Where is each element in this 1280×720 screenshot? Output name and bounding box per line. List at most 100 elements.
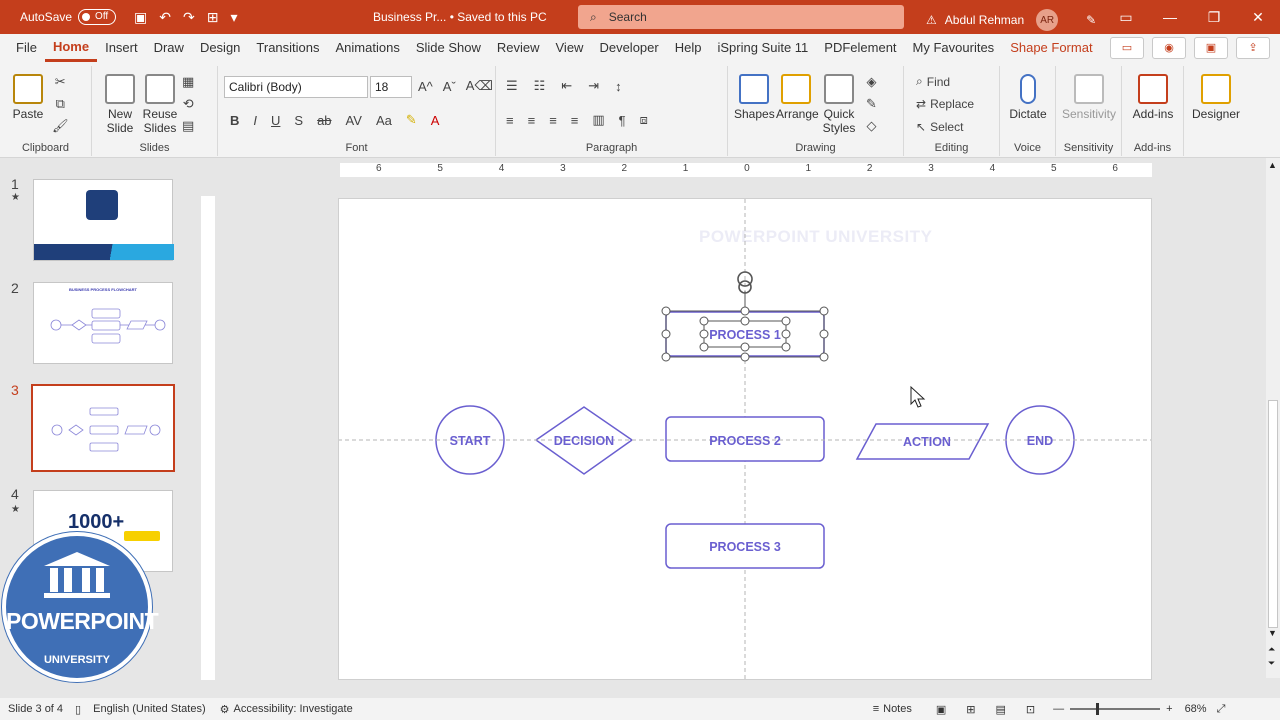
tab-ispring[interactable]: iSpring Suite 11 bbox=[709, 34, 816, 62]
minimize-icon[interactable]: — bbox=[1148, 0, 1192, 34]
reading-view-icon[interactable]: ▤ bbox=[996, 703, 1006, 716]
section-icon[interactable]: ▤ bbox=[182, 118, 194, 134]
sensitivity-button[interactable]: Sensitivity bbox=[1058, 74, 1120, 121]
quick-styles-button[interactable]: Quick Styles bbox=[818, 74, 860, 135]
columns-icon[interactable]: ▥ bbox=[592, 112, 604, 128]
copy-icon[interactable]: ⧉ bbox=[56, 96, 65, 112]
paste-button[interactable]: Paste bbox=[8, 74, 48, 121]
slide-sorter-icon[interactable]: ⊞ bbox=[966, 703, 975, 716]
search-box[interactable]: ⌕ Search bbox=[578, 5, 904, 29]
text-direction-icon[interactable]: ¶ bbox=[619, 113, 626, 128]
tab-transitions[interactable]: Transitions bbox=[248, 34, 327, 62]
line-spacing-icon[interactable]: ↕ bbox=[615, 79, 622, 94]
zoom-slider[interactable] bbox=[1070, 703, 1161, 715]
tab-slide-show[interactable]: Slide Show bbox=[408, 34, 489, 62]
maximize-icon[interactable]: ❐ bbox=[1192, 0, 1236, 34]
close-icon[interactable]: ✕ bbox=[1236, 0, 1280, 34]
next-slide-icon[interactable]: ⏷ bbox=[1268, 658, 1275, 669]
justify-icon[interactable]: ≡ bbox=[571, 113, 579, 128]
reuse-slides-button[interactable]: Reuse Slides bbox=[140, 74, 180, 135]
highlight-icon[interactable]: ✎ bbox=[406, 112, 417, 128]
scroll-thumb[interactable] bbox=[1268, 400, 1278, 628]
shadow-icon[interactable]: S bbox=[294, 113, 303, 128]
tab-animations[interactable]: Animations bbox=[328, 34, 408, 62]
align-left-icon[interactable]: ≡ bbox=[506, 113, 514, 128]
tab-review[interactable]: Review bbox=[489, 34, 548, 62]
char-spacing-icon[interactable]: AV bbox=[346, 113, 362, 128]
numbering-icon[interactable]: ☷ bbox=[534, 78, 546, 94]
slide-thumbnail-2[interactable]: BUSINESS PROCESS FLOWCHART bbox=[33, 282, 173, 364]
shape-effects-icon[interactable]: ◇ bbox=[866, 118, 876, 134]
slide-canvas[interactable]: POWERPOINT UNIVERSITY START DECISION PRO… bbox=[338, 198, 1152, 680]
change-case-icon[interactable]: Aa bbox=[376, 113, 392, 128]
rotate-handle-icon[interactable] bbox=[737, 271, 753, 294]
prev-slide-icon[interactable]: ⏶ bbox=[1268, 644, 1275, 655]
tab-developer[interactable]: Developer bbox=[591, 34, 666, 62]
font-color-icon[interactable]: A bbox=[431, 113, 440, 128]
shape-fill-icon[interactable]: ◈ bbox=[866, 74, 876, 90]
tab-view[interactable]: View bbox=[548, 34, 592, 62]
decrease-indent-icon[interactable]: ⇤ bbox=[561, 78, 572, 94]
zoom-in-icon[interactable]: + bbox=[1166, 703, 1172, 715]
redo-icon[interactable]: ↷ bbox=[183, 9, 195, 26]
strikethrough-icon[interactable]: ab bbox=[317, 113, 331, 128]
zoom-slider-thumb[interactable] bbox=[1096, 703, 1100, 715]
increase-indent-icon[interactable]: ⇥ bbox=[588, 78, 599, 94]
bullets-icon[interactable]: ☰ bbox=[506, 78, 518, 94]
accessibility-status[interactable]: Accessibility: Investigate bbox=[233, 703, 352, 715]
layout-icon[interactable]: ▦ bbox=[182, 74, 194, 90]
addins-button[interactable]: Add-ins bbox=[1126, 74, 1180, 121]
normal-view-icon[interactable]: ▣ bbox=[936, 703, 946, 716]
slideshow-icon[interactable]: ⊡ bbox=[1026, 703, 1035, 716]
undo-icon[interactable]: ↶ bbox=[159, 9, 171, 26]
font-family-select[interactable]: Calibri (Body) bbox=[224, 76, 368, 98]
arrange-button[interactable]: Arrange bbox=[776, 74, 819, 121]
tab-insert[interactable]: Insert bbox=[97, 34, 146, 62]
shapes-button[interactable]: Shapes bbox=[734, 74, 775, 121]
decrease-font-icon[interactable]: Aˇ bbox=[443, 79, 456, 94]
tab-pdfelement[interactable]: PDFelement bbox=[816, 34, 904, 62]
share-icon[interactable]: ⇪ bbox=[1236, 37, 1270, 59]
autosave-toggle[interactable]: Off bbox=[78, 9, 117, 25]
fit-slide-icon[interactable]: ⤢ bbox=[1217, 703, 1226, 716]
tab-home[interactable]: Home bbox=[44, 34, 98, 62]
tab-shape-format[interactable]: Shape Format bbox=[1002, 34, 1100, 62]
customize-qat-icon[interactable]: ▾ bbox=[230, 9, 237, 26]
ribbon-display-icon[interactable]: ▭ bbox=[1104, 0, 1148, 34]
pen-icon[interactable]: ✎ bbox=[1086, 13, 1096, 27]
notes-button[interactable]: Notes bbox=[883, 703, 912, 715]
record-icon[interactable]: ◉ bbox=[1152, 37, 1186, 59]
present-teams-icon[interactable]: ▣ bbox=[1194, 37, 1228, 59]
comments-icon[interactable]: ▭ bbox=[1110, 37, 1144, 59]
align-center-icon[interactable]: ≡ bbox=[528, 113, 536, 128]
scroll-down-icon[interactable]: ▼ bbox=[1268, 628, 1277, 638]
select-button[interactable]: ↖ Select bbox=[916, 120, 963, 134]
cut-icon[interactable]: ✂ bbox=[55, 74, 66, 90]
slide-thumbnail-3[interactable] bbox=[31, 384, 175, 472]
replace-button[interactable]: ⇄ Replace bbox=[916, 97, 974, 111]
font-size-select[interactable]: 18 bbox=[370, 76, 412, 98]
spellcheck-icon[interactable]: ▯ bbox=[75, 703, 81, 716]
tab-design[interactable]: Design bbox=[192, 34, 248, 62]
tab-draw[interactable]: Draw bbox=[146, 34, 192, 62]
zoom-level[interactable]: 68% bbox=[1185, 703, 1207, 715]
slide-thumbnail-1[interactable] bbox=[33, 179, 174, 261]
tab-help[interactable]: Help bbox=[667, 34, 710, 62]
format-painter-icon[interactable]: 🖌 bbox=[52, 118, 69, 134]
reset-icon[interactable]: ⟲ bbox=[183, 96, 194, 112]
increase-font-icon[interactable]: A^ bbox=[418, 79, 433, 94]
present-icon[interactable]: ⊞ bbox=[207, 9, 219, 26]
scroll-up-icon[interactable]: ▲ bbox=[1268, 160, 1277, 170]
vertical-scrollbar[interactable]: ▲ ▼ ⏶ ⏷ bbox=[1266, 158, 1280, 678]
align-right-icon[interactable]: ≡ bbox=[549, 113, 557, 128]
avatar[interactable]: AR bbox=[1036, 9, 1059, 31]
dictate-button[interactable]: Dictate bbox=[1004, 74, 1052, 121]
designer-button[interactable]: Designer bbox=[1188, 74, 1244, 121]
save-icon[interactable]: ▣ bbox=[134, 9, 147, 26]
find-button[interactable]: ⌕ Find bbox=[916, 74, 950, 89]
language-indicator[interactable]: English (United States) bbox=[93, 703, 206, 715]
shape-outline-icon[interactable]: ✎ bbox=[866, 96, 877, 112]
document-title[interactable]: Business Pr... • Saved to this PC bbox=[373, 10, 547, 24]
italic-icon[interactable]: I bbox=[253, 113, 257, 128]
new-slide-button[interactable]: New Slide bbox=[100, 74, 140, 135]
